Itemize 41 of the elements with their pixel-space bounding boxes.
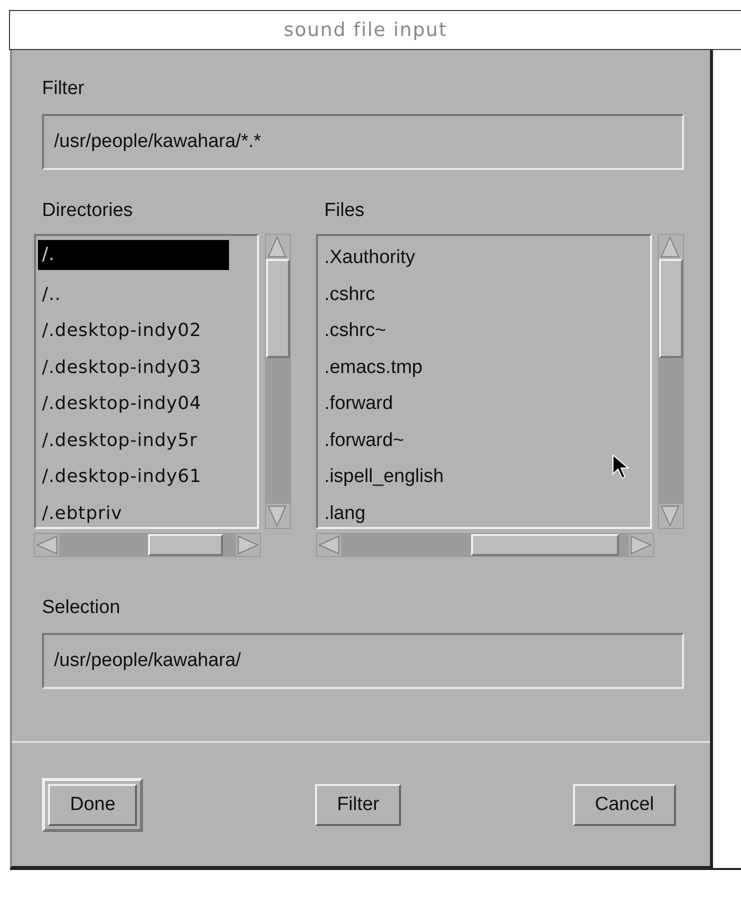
file-item[interactable]: .forward (320, 386, 648, 422)
file-item[interactable]: .emacs.tmp (320, 350, 648, 386)
dialog-button[interactable]: Cancel (572, 784, 676, 826)
file-item[interactable]: .cshrc (320, 276, 648, 313)
right-arrow-icon[interactable] (629, 534, 653, 556)
down-arrow-icon[interactable] (659, 504, 681, 528)
files-label: Files (324, 200, 364, 222)
file-item[interactable]: .ispell_english (320, 459, 648, 496)
down-arrow-icon[interactable] (266, 504, 288, 528)
directory-item[interactable]: /.desktop-indy03 (38, 350, 256, 386)
left-arrow-icon[interactable] (317, 534, 342, 556)
directory-item[interactable]: /.. (38, 276, 256, 313)
directory-item[interactable]: /.desktop-indy5r (38, 422, 256, 459)
selection-label: Selection (42, 597, 120, 619)
horizontal-scrollbar[interactable] (34, 533, 262, 557)
dialog-button[interactable]: Done (48, 784, 138, 826)
up-arrow-icon[interactable] (659, 235, 681, 259)
file-item[interactable]: .cshrc~ (320, 313, 648, 350)
left-arrow-icon[interactable] (35, 534, 59, 556)
directory-item[interactable]: /. (38, 240, 230, 270)
filter-field[interactable]: /usr/people/kawahara/*.* (42, 114, 684, 170)
filter-label: Filter (42, 78, 84, 100)
directory-item[interactable]: /.desktop-indy04 (38, 386, 256, 422)
directories-label: Directories (42, 200, 133, 222)
directory-item[interactable]: /.ebtpriv (38, 496, 256, 527)
up-arrow-icon[interactable] (266, 235, 288, 259)
window-title: sound file input (284, 19, 448, 41)
directories-list[interactable]: /. /.. /.desktop-indy02 /.desktop-indy03 /.desktop-indy04 /.desktop-indy5r /.desktop-indy61 /.ebtpriv (34, 234, 260, 529)
right-arrow-icon[interactable] (236, 534, 260, 556)
directory-item[interactable]: /.desktop-indy02 (38, 313, 256, 350)
vertical-scrollbar[interactable] (265, 234, 292, 529)
vertical-scrollbar[interactable] (658, 234, 684, 529)
mouse-pointer-icon (612, 454, 632, 480)
selection-field[interactable]: /usr/people/kawahara/ (42, 633, 684, 689)
file-item[interactable]: .forward~ (320, 422, 648, 459)
file-item[interactable]: .lang (320, 496, 648, 527)
dialog-button[interactable]: Filter (315, 784, 402, 826)
files-list[interactable]: .Xauthority .cshrc .cshrc~ .emacs.tmp .forward .forward~ .ispell_english .lang (316, 234, 652, 529)
file-item[interactable]: .Xauthority (320, 240, 648, 276)
directory-item[interactable]: /.desktop-indy61 (38, 459, 256, 496)
horizontal-scrollbar[interactable] (316, 533, 654, 557)
